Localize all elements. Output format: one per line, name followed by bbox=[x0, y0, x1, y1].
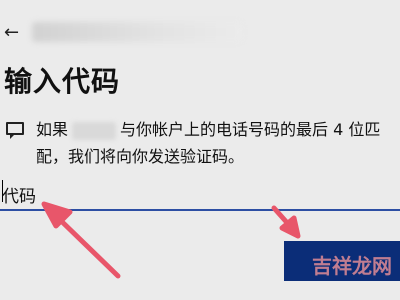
arrow-to-input bbox=[51, 211, 121, 279]
watermark-logo: 吉祥龙网 bbox=[312, 254, 392, 278]
